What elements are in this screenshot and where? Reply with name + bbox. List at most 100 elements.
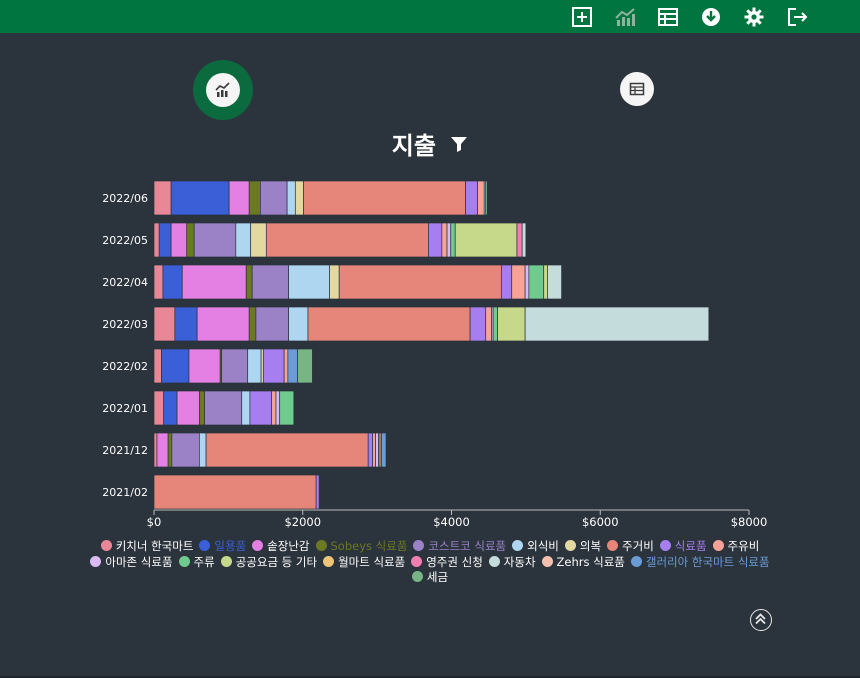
- legend-item[interactable]: 코스트코 식료품: [413, 539, 506, 555]
- bar-segment: 외식비 2021/12: [199, 432, 207, 468]
- legend-item[interactable]: 영주권 신청: [411, 555, 483, 571]
- legend-item[interactable]: 키치너 한국마트: [100, 539, 193, 555]
- legend-label: 주거비: [622, 539, 654, 553]
- legend-swatch: [315, 540, 327, 551]
- bar-segment: 주유비 2022/01: [271, 390, 277, 426]
- legend-label: 의복: [579, 539, 602, 553]
- bar-segment: 주유비 2022/06: [477, 180, 485, 216]
- bar-segment: 의복 2022/04: [329, 264, 340, 300]
- bar-segment: 코스트코 식료품 2022/01: [204, 390, 243, 426]
- legend-swatch: [413, 540, 425, 551]
- bar-segment: Sobeys 식료품 2022/04: [245, 264, 253, 300]
- bar-segment: 키치너 한국마트 2022/03: [153, 306, 176, 342]
- y-tick-label: 2022/05: [102, 234, 148, 247]
- legend-label: 주류: [193, 554, 215, 569]
- bar-segment: 주거비 2022/06: [303, 180, 466, 216]
- bar-segment: 솥장난감 2021/12: [156, 432, 169, 468]
- legend-label: Sobeys 식료품: [330, 539, 408, 553]
- bar-segment: 일용품 2022/03: [174, 306, 198, 342]
- bar-segment: 일용품 2022/04: [162, 264, 183, 300]
- legend-item[interactable]: 일용품: [199, 539, 246, 555]
- legend-label: 외식비: [527, 539, 559, 553]
- bar-segment: 식료품 2022/05: [428, 222, 443, 258]
- legend-item[interactable]: Zehrs 식료품: [541, 554, 625, 571]
- bar-segment: Sobeys 식료품 2022/06: [248, 180, 261, 216]
- legend-item[interactable]: 의복: [564, 539, 602, 555]
- bar-segment: 솥장난감 2022/03: [196, 306, 250, 342]
- bar-segment: 코스트코 식료품 2021/12: [171, 432, 200, 468]
- y-tick-label: 2022/06: [102, 192, 148, 205]
- legend-swatch: [712, 540, 724, 551]
- legend-swatch: [541, 555, 553, 567]
- bar-segment: 외식비 2022/05: [235, 222, 252, 258]
- x-tick-label: $2000: [284, 515, 321, 529]
- bar-segment: 주거비 2022/05: [265, 222, 429, 258]
- bar-segment: 공공요금 등 기타 2022/05: [454, 222, 518, 258]
- bar-segment: 아마존 식료품 2022/05: [446, 222, 452, 258]
- bar-segment: 아마존 식료품 2022/04: [524, 264, 530, 300]
- bar-segment: 세금 2022/02: [297, 348, 313, 384]
- legend-swatch: [607, 540, 619, 551]
- legend-item[interactable]: 주거비: [607, 539, 654, 555]
- bar-segment: 주유비 2022/03: [485, 306, 493, 342]
- bar-segment: 일용품 2022/02: [161, 348, 190, 384]
- bar-segment: 주유비 2021/12: [372, 432, 376, 468]
- bar-segment: 주류 2022/01: [279, 390, 295, 426]
- legend-swatch: [220, 555, 232, 567]
- bar-segment: 외식비 2022/02: [247, 348, 262, 384]
- legend-swatch: [488, 555, 500, 567]
- scroll-to-top-button[interactable]: [750, 609, 772, 631]
- bar-segment: 일용품 2022/06: [170, 180, 230, 216]
- legend-swatch: [90, 555, 102, 567]
- legend-swatch: [323, 555, 335, 567]
- bar-segment: 의복 2022/05: [250, 222, 267, 258]
- bar-segment: 주거비 2022/03: [307, 306, 471, 342]
- bar-segment: 주유비 2022/02: [283, 348, 289, 384]
- legend-item[interactable]: 식료품: [659, 539, 707, 555]
- bar-segment: 아마존 식료품 2022/01: [275, 390, 281, 426]
- bar-segment: 코스트코 식료품 2022/03: [255, 306, 289, 342]
- bar-segment: 주거비 2021/12: [205, 432, 369, 468]
- legend-item[interactable]: 갤러리아 한국마트 식료품: [630, 555, 770, 571]
- bar-segment: 솥장난감 2022/04: [181, 264, 247, 300]
- bar-segment: 외식비 2022/04: [288, 264, 330, 300]
- bar-segment: 코스트코 식료품 2022/04: [251, 264, 289, 300]
- legend-item[interactable]: Sobeys 식료품: [315, 539, 408, 555]
- legend-item[interactable]: 외식비: [512, 539, 559, 555]
- bar-segment: 식료품 2022/04: [500, 264, 513, 300]
- legend-item[interactable]: 아마존 식료품: [90, 554, 173, 571]
- bar-segment: 갤러리아 한국마트 식료품 2021/12: [381, 432, 387, 468]
- legend-item[interactable]: 공공요금 등 기타: [220, 555, 317, 571]
- legend-label: Zehrs 식료품: [556, 554, 625, 569]
- bar-segment: 키치너 한국마트 2022/01: [153, 390, 165, 426]
- legend-swatch: [252, 540, 264, 551]
- bar-segment: 주류 2022/03: [492, 306, 498, 342]
- legend-label: 아마존 식료품: [105, 554, 173, 569]
- legend-item[interactable]: 주류: [178, 554, 215, 571]
- bar-segment: 키치너 한국마트 2022/02: [153, 348, 162, 384]
- bar-segment: 키치너 한국마트 2022/06: [153, 180, 172, 216]
- bar-segment: 식료품 2022/06: [465, 180, 478, 216]
- bar-segment: 자동차 2022/03: [524, 306, 710, 342]
- legend-item[interactable]: 솥장난감: [252, 539, 310, 555]
- bar-segment: 자동차 2022/05: [521, 222, 527, 258]
- y-tick-label: 2022/01: [102, 402, 148, 415]
- legend-swatch: [411, 571, 423, 582]
- legend-swatch: [411, 555, 423, 567]
- bar-segment: 의복 2022/06: [294, 180, 304, 216]
- chart-legend: 키치너 한국마트 일용품 솥장난감 Sobeys 식료품 코스트코 식료품 외식비 의복 주거…: [60, 539, 800, 586]
- legend-swatch: [199, 540, 211, 551]
- x-tick-label: $4000: [433, 515, 470, 529]
- bar-segment: 키치너 한국마트 2022/05: [153, 222, 160, 258]
- expense-stacked-bar-chart: 2022/06 키치너 한국마트 2022/06일용품 2022/06 솥장난감 2…: [102, 180, 767, 529]
- legend-item[interactable]: 세금: [411, 570, 448, 586]
- bar-segment: 주류 2022/06: [485, 180, 488, 216]
- bar-segment: 식료품 2022/03: [469, 306, 487, 342]
- bar-segment: 외식비 2022/06: [286, 180, 296, 216]
- bar-segment: 아마존 식료품 2021/12: [375, 432, 379, 468]
- legend-item[interactable]: 자동차: [488, 555, 536, 571]
- legend-item[interactable]: 월마트 식료품: [323, 555, 405, 571]
- legend-item[interactable]: 주유비: [712, 539, 759, 555]
- legend-swatch: [100, 540, 112, 551]
- legend-label: 월마트 식료품: [338, 554, 406, 569]
